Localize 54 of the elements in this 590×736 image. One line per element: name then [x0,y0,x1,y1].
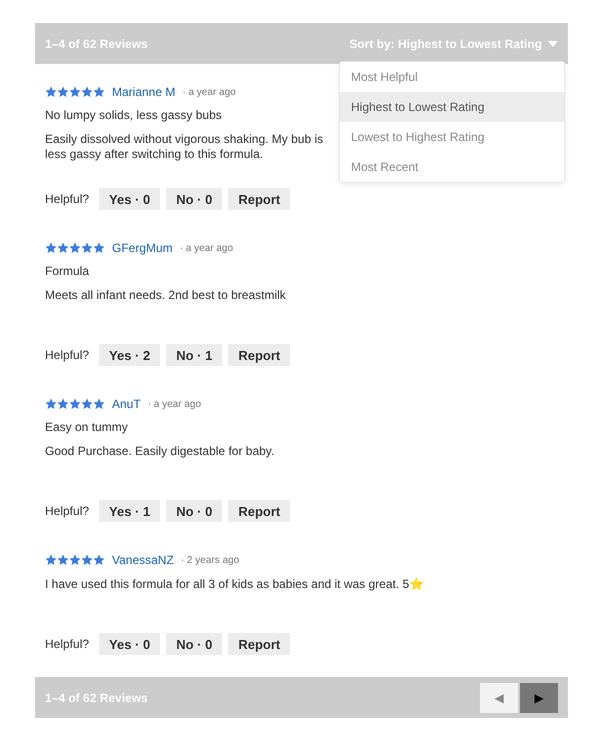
review-title: Formula [45,264,90,278]
star-icon [81,398,93,410]
star-icon [57,554,69,566]
review-title: Easy on tummy [45,420,129,434]
report-button[interactable]: Report [228,633,290,655]
no-button[interactable]: No · 1 [166,344,222,366]
report-button[interactable]: Report [228,500,290,522]
star-icon [45,398,57,410]
star-icon [57,86,69,98]
review-text: I have used this formula for all 3 of kids as babies and it was great. 5⭐ [45,577,426,593]
yes-button[interactable]: Yes · 2 [99,344,160,366]
author-link[interactable]: VanessaNZ [112,553,174,567]
report-button[interactable]: Report [228,188,290,210]
review-time: · a year ago [148,398,202,410]
star-icon [69,242,81,254]
helpful-label: Helpful? [45,504,90,518]
review-text: Easily dissolved without vigorous shaking. My bub is less gassy after switching to this formula. [45,132,324,163]
yes-button[interactable]: Yes · 0 [99,633,160,655]
caret-icon [548,40,558,46]
no-button[interactable]: No · 0 [166,188,222,210]
helpful-label: Helpful? [45,348,90,362]
no-button[interactable]: No · 0 [166,500,222,522]
star-icon [45,86,57,98]
author-link[interactable]: Marianne M [112,85,176,99]
yes-button[interactable]: Yes · 1 [99,500,160,522]
author-link[interactable]: GFergMum [112,241,173,255]
star-icon [93,86,105,98]
review-time: · 2 years ago [180,554,240,566]
review-time: · a year ago [180,242,234,254]
next-button[interactable]: ▶ [520,682,558,712]
review-title: No lumpy solids, less gassy bubs [45,108,223,122]
review-text: Good Purchase. Easily digestable for baby. [45,444,276,460]
report-button[interactable]: Report [228,344,290,366]
star-icon [69,398,81,410]
star-icon [93,242,105,254]
star-icon [57,242,69,254]
star-icon [57,398,69,410]
no-button[interactable]: No · 0 [166,633,222,655]
author-link[interactable]: AnuT [112,397,141,411]
helpful-label: Helpful? [45,637,90,651]
star-icon [45,554,57,566]
star-icon [81,554,93,566]
star-icon [69,86,81,98]
star-icon [69,554,81,566]
star-icon [81,86,93,98]
star-icon [93,554,105,566]
star-icon [81,242,93,254]
sort-option[interactable]: Highest to Lowest Rating [340,92,564,122]
yes-button[interactable]: Yes · 0 [99,188,160,210]
star-icon [93,398,105,410]
review-time: · a year ago [182,86,236,98]
review-text: Meets all infant needs. 2nd best to breastmilk [45,288,287,304]
star-icon [45,242,57,254]
helpful-label: Helpful? [45,192,90,206]
